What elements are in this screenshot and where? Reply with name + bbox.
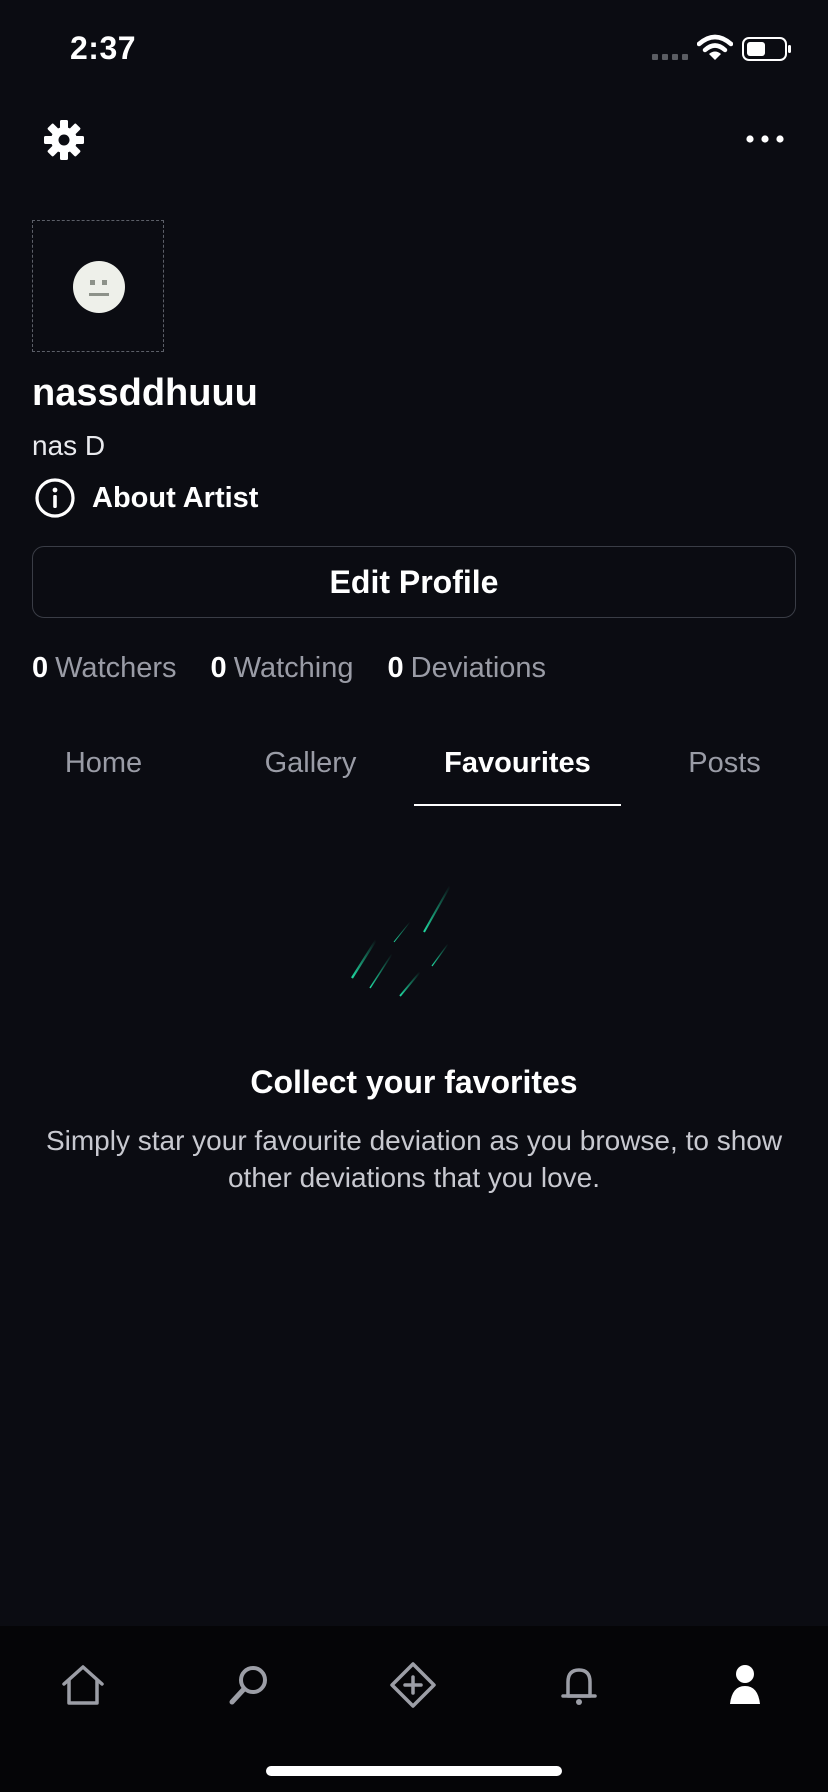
edit-profile-button[interactable]: Edit Profile — [32, 546, 796, 618]
profile-tabs: Home Gallery Favourites Posts — [0, 738, 828, 806]
stat-label: Deviations — [410, 652, 547, 684]
profile-icon[interactable] — [720, 1660, 770, 1710]
stat-value: 0 — [387, 652, 404, 684]
tab-home[interactable]: Home — [0, 738, 207, 806]
about-artist-link[interactable]: About Artist — [34, 476, 258, 520]
status-time: 2:37 — [70, 30, 137, 66]
avatar[interactable] — [32, 220, 164, 352]
stat-value: 0 — [32, 652, 49, 684]
stat-watchers[interactable]: 0 Watchers — [32, 652, 177, 685]
stat-value: 0 — [210, 652, 227, 684]
display-name: nas D — [32, 430, 106, 461]
active-tab-indicator — [414, 804, 621, 806]
stat-label: Watching — [233, 652, 354, 684]
wifi-icon — [697, 34, 733, 60]
home-indicator[interactable] — [266, 1766, 562, 1776]
username: nassddhuuu — [32, 372, 258, 414]
info-icon — [35, 478, 75, 518]
battery-icon — [742, 37, 791, 61]
tab-favourites[interactable]: Favourites — [414, 738, 621, 806]
stat-label: Watchers — [55, 652, 177, 684]
tab-posts[interactable]: Posts — [621, 738, 828, 806]
home-icon[interactable] — [58, 1660, 108, 1710]
cellular-signal-icon — [652, 54, 688, 60]
shooting-stars-illustration — [351, 885, 451, 997]
empty-state-description: Simply star your favourite deviation as … — [45, 1125, 783, 1193]
search-icon[interactable] — [224, 1660, 274, 1710]
profile-screen: 2:37 nassddhuuu nas D About Artist Edit … — [0, 0, 828, 1792]
avatar-face-icon — [73, 261, 125, 313]
bell-icon[interactable] — [554, 1660, 604, 1710]
plus-icon[interactable] — [388, 1660, 438, 1710]
empty-state-title: Collect your favorites — [250, 1064, 578, 1100]
tab-gallery[interactable]: Gallery — [207, 738, 414, 806]
stat-watching[interactable]: 0 Watching — [211, 652, 354, 685]
about-artist-label: About Artist — [92, 481, 259, 514]
more-horizontal-icon[interactable] — [742, 124, 788, 154]
profile-stats: 0 Watchers 0 Watching 0 Deviations — [32, 652, 580, 685]
stat-deviations[interactable]: 0 Deviations — [388, 652, 547, 685]
gear-icon[interactable] — [42, 118, 86, 162]
